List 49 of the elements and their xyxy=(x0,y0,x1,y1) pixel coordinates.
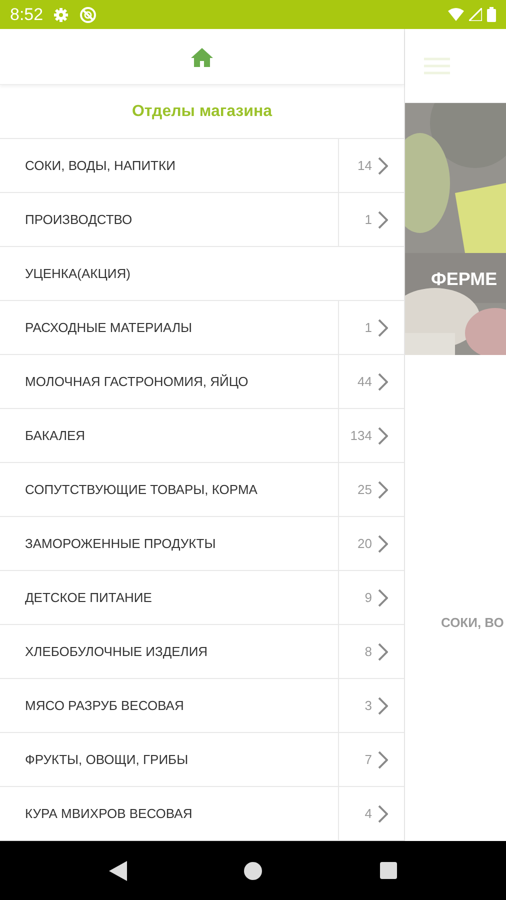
category-item[interactable]: ФРУКТЫ, ОВОЩИ, ГРИБЫ 7 xyxy=(0,733,404,788)
battery-icon xyxy=(487,7,496,22)
category-item[interactable]: РАСХОДНЫЕ МАТЕРИАЛЫ 1 xyxy=(0,301,404,356)
recents-icon[interactable] xyxy=(380,862,398,880)
item-count: 3 xyxy=(364,698,372,714)
category-item[interactable]: МОЛОЧНАЯ ГАСТРОНОМИЯ, ЯЙЦО 44 xyxy=(0,355,404,410)
drawer-title: Отделы магазина xyxy=(0,85,404,140)
category-item[interactable]: УЦЕНКА(АКЦИЯ) xyxy=(0,247,404,302)
gear-icon xyxy=(53,6,70,23)
item-count: 44 xyxy=(358,374,372,390)
chevron-right-icon[interactable] xyxy=(378,210,388,229)
category-item[interactable]: БАКАЛЕЯ 134 xyxy=(0,409,404,464)
category-item[interactable]: СОКИ, ВОДЫ, НАПИТКИ 14 xyxy=(0,139,404,194)
item-count: 25 xyxy=(358,482,372,498)
item-count: 7 xyxy=(364,752,372,768)
chevron-right-icon[interactable] xyxy=(378,642,388,661)
chevron-right-icon[interactable] xyxy=(378,534,388,553)
chevron-right-icon[interactable] xyxy=(378,696,388,715)
wifi-icon xyxy=(448,8,464,22)
home-icon[interactable] xyxy=(190,46,214,67)
chevron-right-icon[interactable] xyxy=(378,804,388,823)
back-icon[interactable] xyxy=(108,860,127,881)
chevron-right-icon[interactable] xyxy=(378,588,388,607)
category-item[interactable]: СОПУТСТВУЮЩИЕ ТОВАРЫ, КОРМА 25 xyxy=(0,463,404,518)
item-count: 1 xyxy=(364,320,372,336)
item-count: 4 xyxy=(364,806,372,822)
clock: 8:52 xyxy=(10,4,44,25)
item-count: 1 xyxy=(364,212,372,228)
item-count: 20 xyxy=(358,536,372,552)
item-count: 134 xyxy=(350,428,372,444)
chevron-right-icon[interactable] xyxy=(378,480,388,499)
category-item[interactable]: ПРОИЗВОДСТВО 1 xyxy=(0,193,404,248)
signal-icon xyxy=(469,8,482,22)
chevron-right-icon[interactable] xyxy=(378,750,388,769)
category-item[interactable]: ЗАМОРОЖЕННЫЕ ПРОДУКТЫ 20 xyxy=(0,517,404,572)
category-item[interactable]: ДЕТСКОЕ ПИТАНИЕ 9 xyxy=(0,571,404,626)
category-label: СОКИ, ВО xyxy=(440,615,505,630)
item-count: 14 xyxy=(358,158,372,174)
chevron-right-icon[interactable] xyxy=(378,318,388,337)
chevron-right-icon[interactable] xyxy=(378,426,388,445)
item-count: 9 xyxy=(364,590,372,606)
item-count: 8 xyxy=(364,644,372,660)
home-button-icon[interactable] xyxy=(244,862,262,880)
category-item[interactable]: МЯСО РАЗРУБ ВЕСОВАЯ 3 xyxy=(0,679,404,734)
category-item[interactable]: ХЛЕБОБУЛОЧНЫЕ ИЗДЕЛИЯ 8 xyxy=(0,625,404,680)
banner-title: ФЕРМЕ xyxy=(430,268,498,290)
chevron-right-icon[interactable] xyxy=(378,156,388,175)
chevron-right-icon[interactable] xyxy=(378,372,388,391)
no-sync-icon xyxy=(79,6,98,24)
